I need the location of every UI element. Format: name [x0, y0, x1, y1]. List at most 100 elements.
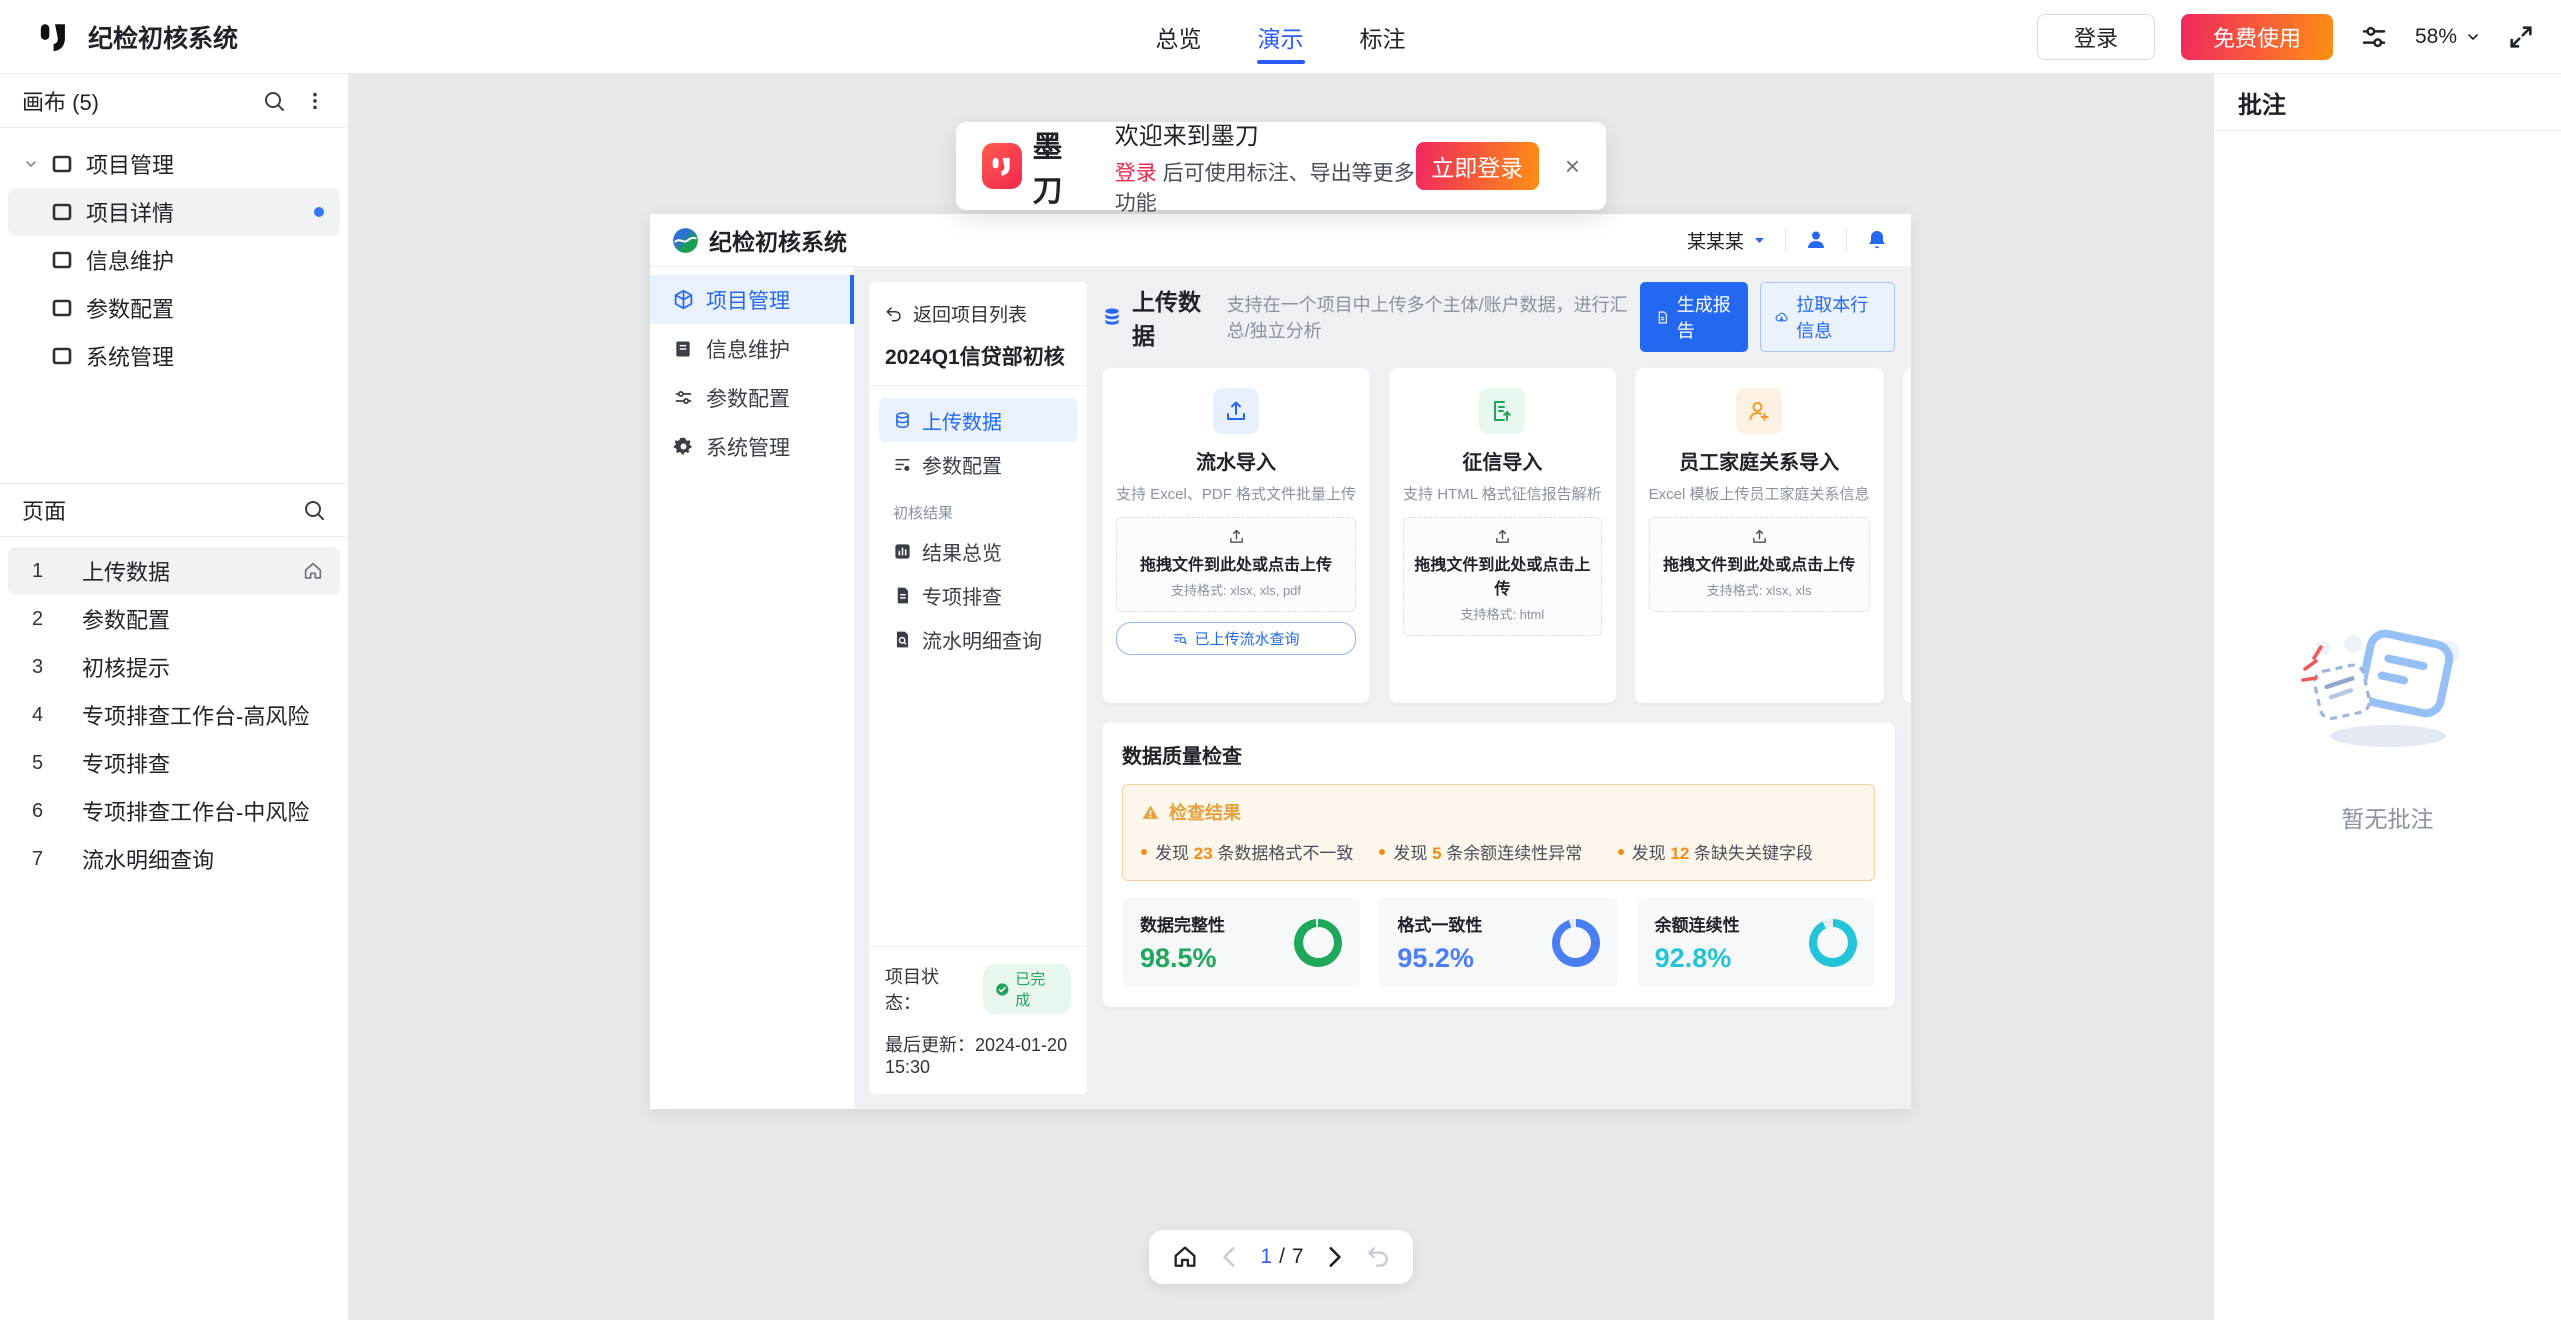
username: 某某某: [1687, 227, 1744, 254]
page-item-6[interactable]: 6 专项排查工作台-中风险: [8, 787, 340, 835]
frame-icon: [50, 344, 74, 368]
book-icon: [673, 339, 693, 359]
prev-page-icon[interactable]: [1217, 1244, 1243, 1270]
tree-item-project-detail[interactable]: 项目详情: [8, 188, 340, 236]
chevron-down-icon: [2465, 29, 2481, 45]
subnav-label: 专项排查: [922, 581, 1002, 610]
check-circle-icon: [995, 982, 1010, 997]
list-search-icon: [1173, 631, 1188, 646]
dropzone-formats: 支持格式: html: [1410, 604, 1595, 623]
topbar: 纪检初核系统 总览 演示 标注 登录 免费使用 58%: [0, 0, 2561, 74]
card-desc: 支持 Excel、PDF 格式文件批量上传: [1116, 483, 1356, 504]
preview-main: 上传数据 支持在一个项目中上传多个主体/账户数据，进行汇总/独立分析 生成报告 …: [1087, 267, 1911, 1109]
fullscreen-icon[interactable]: [2507, 23, 2535, 51]
card-list-select: 名单库选择 选择中介库管理内的名单 高风险人员名单(68人) 历史可疑人员名单(…: [1903, 368, 1911, 703]
back-label: 返回项目列表: [913, 300, 1027, 327]
search-icon[interactable]: [262, 89, 286, 113]
more-menu-icon[interactable]: [304, 90, 326, 112]
next-page-icon[interactable]: [1321, 1244, 1347, 1270]
page-label: 流水明细查询: [82, 843, 214, 875]
page-item-3[interactable]: 3 初核提示: [8, 643, 340, 691]
uploaded-flow-query-button[interactable]: 已上传流水查询: [1116, 622, 1356, 655]
upload-icon: [1228, 528, 1245, 545]
generate-report-label: 生成报告: [1677, 291, 1732, 343]
document-upload-icon: [1479, 388, 1525, 434]
tree-item-label: 项目管理: [86, 148, 174, 180]
home-icon[interactable]: [1171, 1243, 1199, 1271]
page-item-5[interactable]: 5 专项排查: [8, 739, 340, 787]
nav-param-config[interactable]: 参数配置: [650, 373, 854, 422]
tree-item-project-mgmt[interactable]: 项目管理: [8, 140, 340, 188]
dropzone-text: 拖拽文件到此处或点击上传: [1410, 551, 1595, 599]
tree-item-info-maint[interactable]: 信息维护: [8, 236, 340, 284]
uploaded-flow-query-label: 已上传流水查询: [1195, 628, 1300, 649]
page-item-1[interactable]: 1 上传数据: [8, 547, 340, 595]
card-desc: 支持 HTML 格式征信报告解析: [1403, 483, 1602, 504]
fetch-bank-info-button[interactable]: 拉取本行信息: [1760, 282, 1895, 352]
login-button[interactable]: 登录: [2037, 14, 2155, 60]
subnav-flow-detail[interactable]: 流水明细查询: [879, 617, 1077, 661]
metric-label: 数据完整性: [1140, 911, 1225, 936]
comments-title: 批注: [2214, 74, 2561, 131]
data-quality-section: 数据质量检查 检查结果 发现 23 条数据格式不一致 发现 5 条余额连续性异常…: [1102, 722, 1895, 1007]
free-use-button[interactable]: 免费使用: [2181, 14, 2333, 60]
user-menu[interactable]: 某某某: [1687, 227, 1767, 254]
app-title: 纪检初核系统: [88, 19, 238, 55]
project-title: 2024Q1信贷部初核: [885, 341, 1071, 371]
updated-label: 最后更新：: [885, 1035, 975, 1055]
zoom-control[interactable]: 58%: [2415, 25, 2481, 49]
page-item-4[interactable]: 4 专项排查工作台-高风险: [8, 691, 340, 739]
tab-annotate[interactable]: 标注: [1360, 0, 1406, 74]
card-credit-import: 征信导入 支持 HTML 格式征信报告解析 拖拽文件到此处或点击上传 支持格式:…: [1389, 368, 1616, 703]
tree-item-sys-mgmt[interactable]: 系统管理: [8, 332, 340, 380]
login-link[interactable]: 登录: [1115, 162, 1157, 185]
preview-sidebar: 项目管理 信息维护 参数配置 系统管理: [650, 267, 854, 1109]
search-icon[interactable]: [302, 498, 326, 522]
frame-icon: [50, 248, 74, 272]
metric-label: 格式一致性: [1397, 911, 1482, 936]
nav-project-mgmt[interactable]: 项目管理: [650, 275, 854, 324]
issue-item: 发现 5 条余额连续性异常: [1379, 839, 1617, 864]
frame-icon: [50, 200, 74, 224]
login-now-button[interactable]: 立即登录: [1416, 142, 1539, 190]
preferences-icon[interactable]: [2359, 22, 2389, 52]
check-result-box: 检查结果 发现 23 条数据格式不一致 发现 5 条余额连续性异常 发现 12 …: [1122, 784, 1875, 881]
page-item-7[interactable]: 7 流水明细查询: [8, 835, 340, 883]
close-icon[interactable]: ×: [1565, 151, 1580, 182]
subnav-special-check[interactable]: 专项排查: [879, 573, 1077, 617]
nav-sys-mgmt[interactable]: 系统管理: [650, 422, 854, 471]
replay-icon[interactable]: [1365, 1244, 1391, 1270]
subnav-param-config[interactable]: 参数配置: [879, 442, 1077, 486]
bullet-icon: [1379, 849, 1385, 855]
donut-chart: [1809, 919, 1857, 967]
subnav-upload-data[interactable]: 上传数据: [879, 398, 1077, 442]
metric-value: 92.8%: [1655, 943, 1740, 974]
tab-overview[interactable]: 总览: [1156, 0, 1202, 74]
nav-info-maint[interactable]: 信息维护: [650, 324, 854, 373]
dropzone-flow[interactable]: 拖拽文件到此处或点击上传 支持格式: xlsx, xls, pdf: [1116, 517, 1356, 612]
page-item-2[interactable]: 2 参数配置: [8, 595, 340, 643]
cube-icon: [673, 289, 694, 310]
nav-label: 项目管理: [706, 285, 790, 315]
subnav-result-overview[interactable]: 结果总览: [879, 529, 1077, 573]
empty-comments-text: 暂无批注: [2214, 800, 2561, 834]
dropzone-family[interactable]: 拖拽文件到此处或点击上传 支持格式: xlsx, xls: [1649, 517, 1870, 612]
chevron-down-icon: [23, 156, 39, 172]
user-icon[interactable]: [1804, 228, 1828, 252]
canvas-section-title: 画布 (5): [22, 85, 99, 117]
pages-list: 1 上传数据 2 参数配置 3 初核提示 4 专项排查工作台-高风险 5 专项排…: [0, 537, 348, 893]
tree-item-param-config[interactable]: 参数配置: [8, 284, 340, 332]
dropzone-credit[interactable]: 拖拽文件到此处或点击上传 支持格式: html: [1403, 517, 1602, 636]
bullet-icon: [1141, 849, 1147, 855]
bell-icon[interactable]: [1865, 228, 1889, 252]
metric-data-completeness: 数据完整性 98.5%: [1122, 898, 1360, 987]
upload-icon: [1213, 388, 1259, 434]
page-navigator: 1 / 7: [1149, 1230, 1413, 1284]
canvas-tree: 项目管理 项目详情 信息维护 参数配置 系统管理: [0, 128, 348, 483]
tab-present[interactable]: 演示: [1258, 0, 1304, 74]
current-page: 1: [1260, 1245, 1272, 1269]
generate-report-button[interactable]: 生成报告: [1640, 282, 1749, 352]
back-to-projects[interactable]: 返回项目列表: [885, 300, 1071, 327]
page-label: 初核提示: [82, 651, 170, 683]
document-icon: [893, 586, 912, 605]
